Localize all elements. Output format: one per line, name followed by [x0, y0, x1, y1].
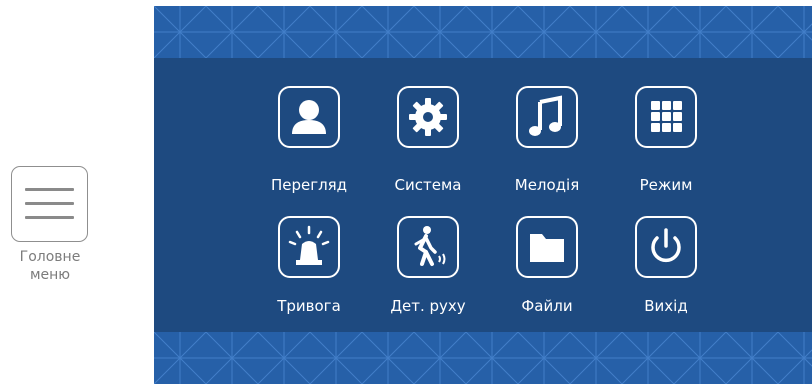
gear-icon [409, 98, 447, 136]
music-note-icon [529, 95, 562, 136]
menu-label-mode: Режим [639, 176, 693, 194]
melody-button[interactable] [516, 86, 578, 148]
menu-line [25, 188, 74, 191]
menu-item-mode[interactable] [630, 86, 702, 158]
menu-item-melody[interactable] [511, 86, 583, 158]
files-button[interactable] [516, 216, 578, 278]
menu-item-preview[interactable] [273, 86, 345, 158]
menu-label-motion: Дет. руху [390, 297, 466, 315]
main-menu-button[interactable] [11, 166, 88, 242]
alarm-light-icon [288, 225, 330, 265]
menu-label-alarm: Тривога [277, 297, 341, 315]
exit-button[interactable] [635, 216, 697, 278]
motion-detection-icon [414, 226, 446, 266]
motion-button[interactable] [397, 216, 459, 278]
menu-item-files[interactable] [511, 216, 583, 288]
menu-item-motion[interactable] [392, 216, 464, 288]
menu-line [25, 216, 74, 219]
menu-line [25, 202, 74, 205]
pattern-bottom [154, 332, 812, 384]
menu-item-system[interactable] [392, 86, 464, 158]
menu-label-files: Файли [521, 297, 573, 315]
menu-label-preview: Перегляд [270, 176, 348, 194]
menu-item-exit[interactable] [630, 216, 702, 288]
menu-item-alarm[interactable] [273, 216, 345, 288]
device-screen: Перегляд Система Мелодія Режим Тривога Д… [154, 6, 812, 384]
system-button[interactable] [397, 86, 459, 148]
menu-label-exit: Вихід [644, 297, 688, 315]
person-icon [292, 100, 326, 134]
bottom-pattern-band [154, 332, 812, 384]
pattern-top [154, 6, 812, 58]
mode-button[interactable] [635, 86, 697, 148]
preview-button[interactable] [278, 86, 340, 148]
grid-icon [651, 101, 682, 132]
alarm-button[interactable] [278, 216, 340, 278]
power-icon [651, 228, 681, 263]
menu-label-system: Система [394, 176, 462, 194]
top-pattern-band [154, 6, 812, 58]
main-menu-label-line2: меню [29, 267, 71, 283]
menu-label-melody: Мелодія [514, 176, 580, 194]
folder-icon [530, 234, 564, 262]
main-menu-label-line1: Головне [19, 249, 81, 265]
main-menu-label: Головне меню [0, 248, 100, 284]
